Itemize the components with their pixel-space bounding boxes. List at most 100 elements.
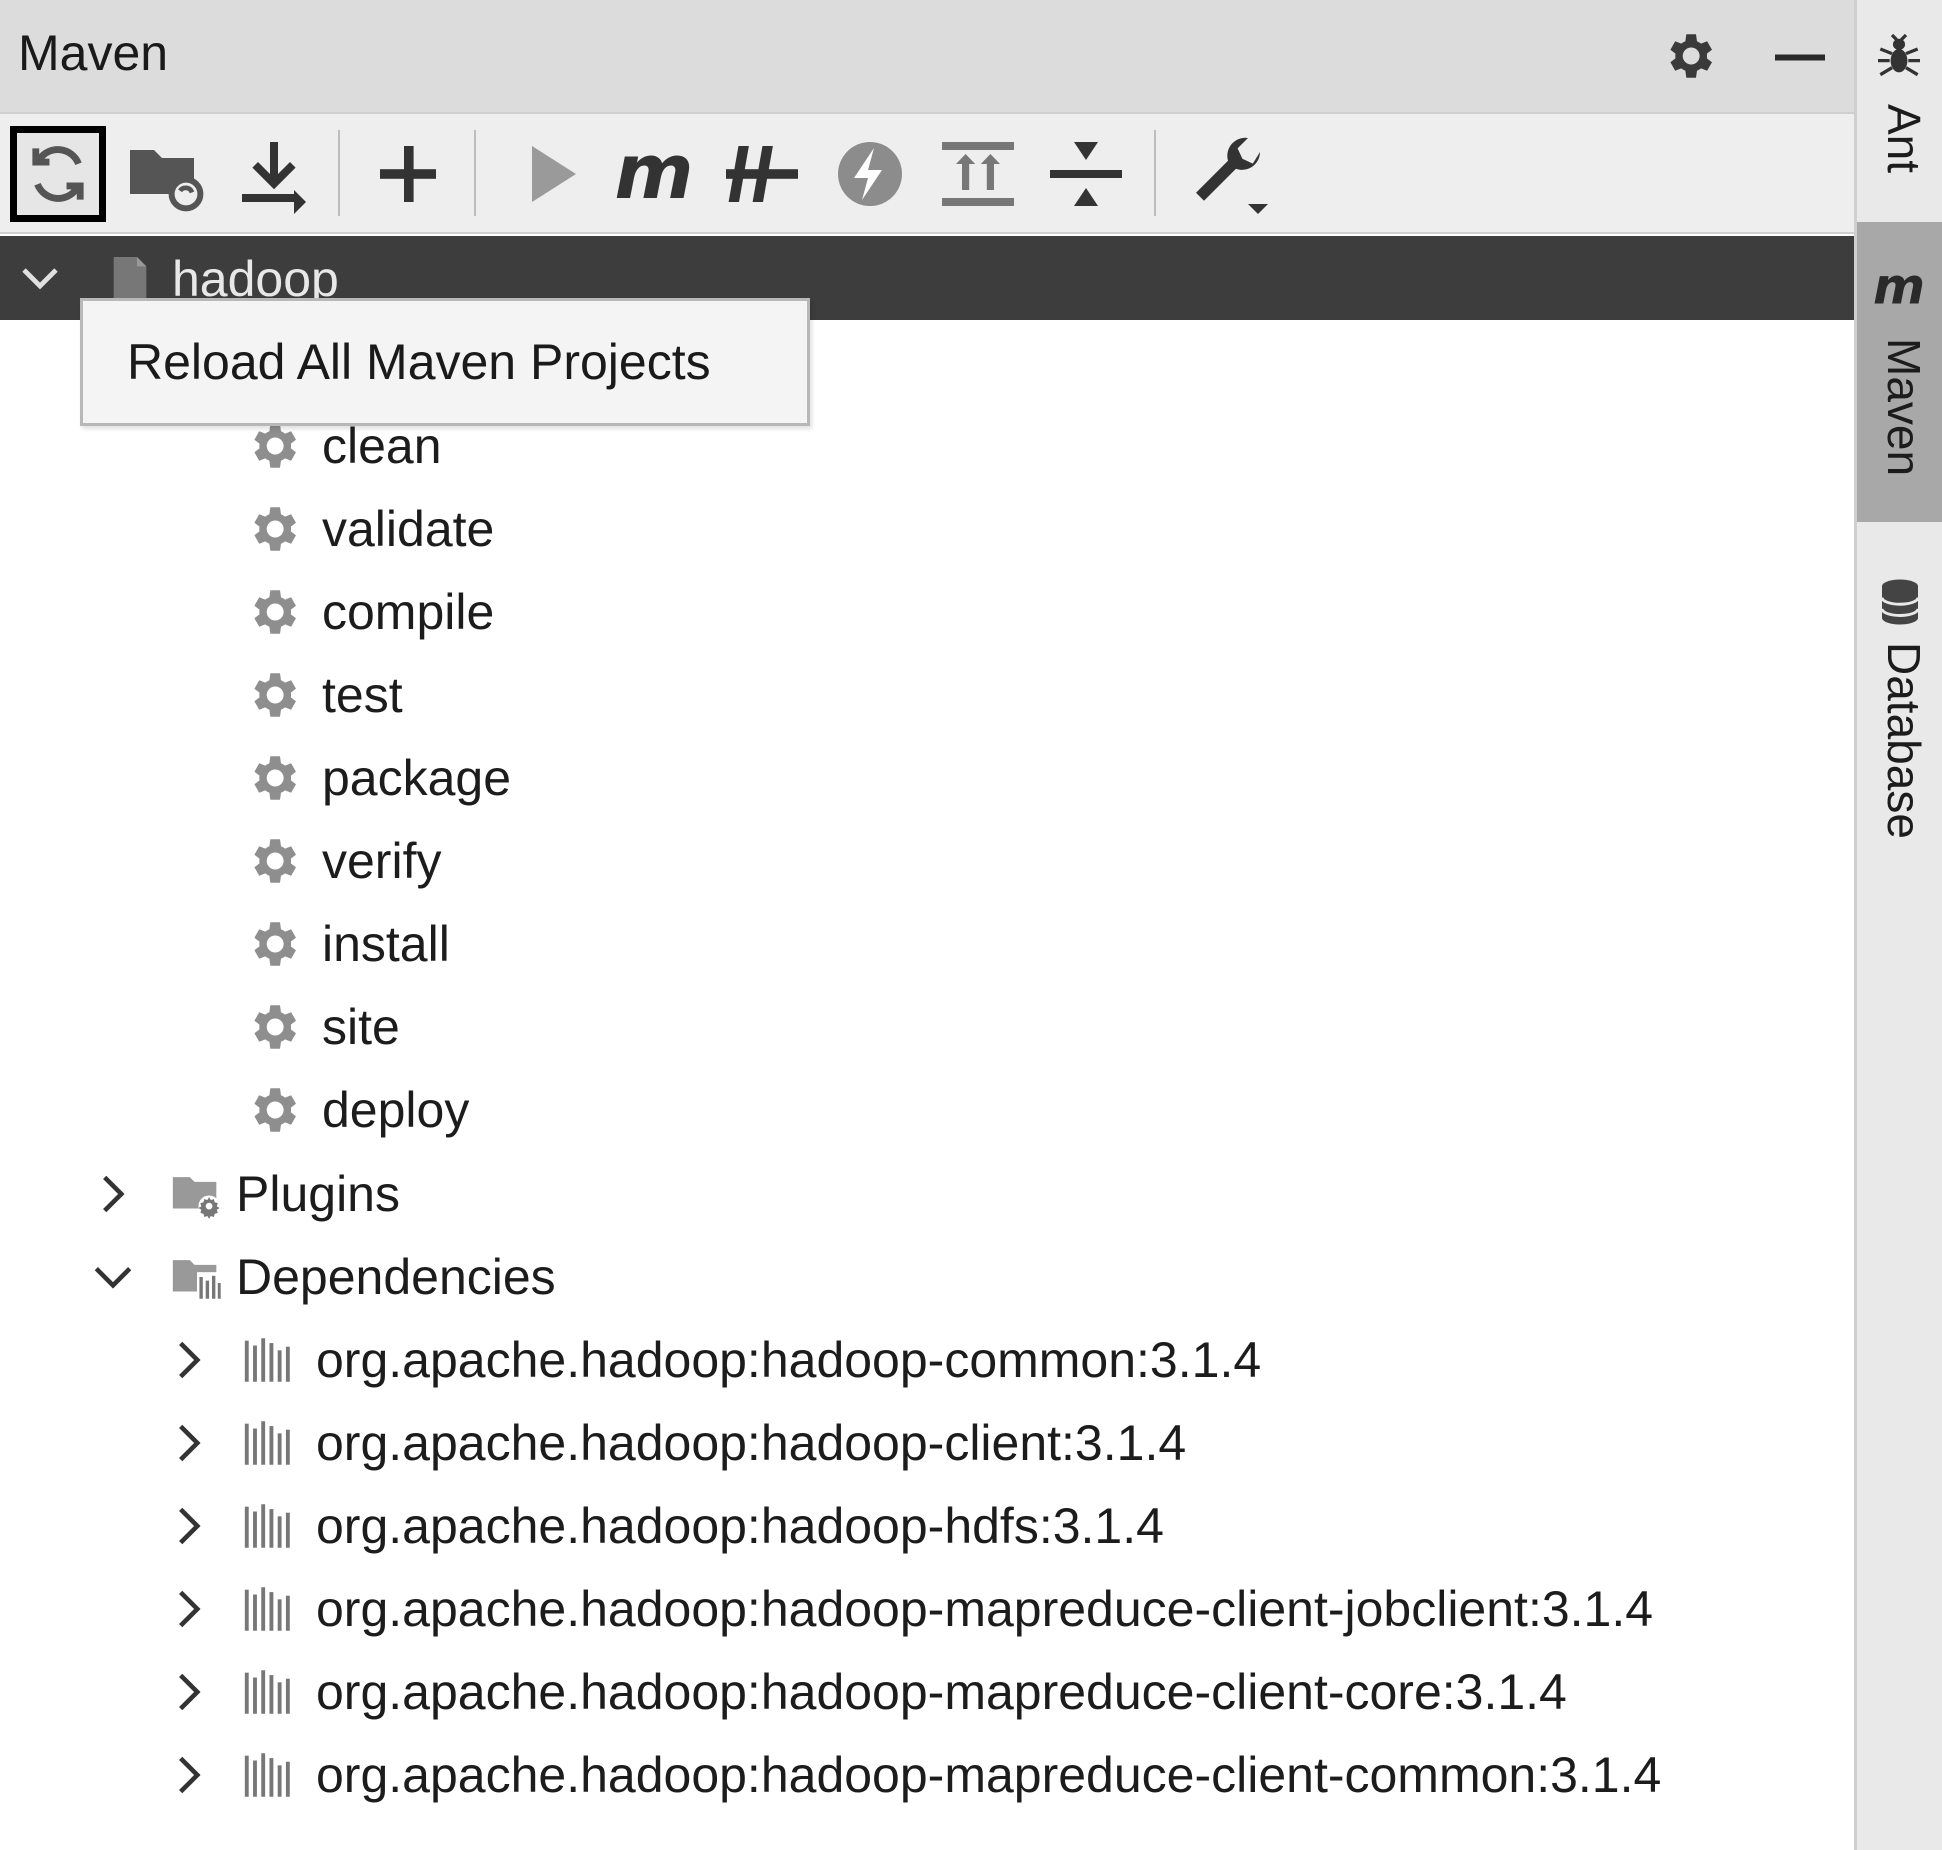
chevron-right-icon[interactable] xyxy=(164,1501,214,1551)
ant-icon xyxy=(1871,28,1927,84)
lifecycle-goal-deploy[interactable]: deploy xyxy=(244,1070,469,1150)
chevron-right-icon[interactable] xyxy=(164,1335,214,1385)
generate-sources-button[interactable] xyxy=(118,126,214,222)
download-sources-button[interactable] xyxy=(226,126,322,222)
dependency-label: org.apache.hadoop:hadoop-mapreduce-clien… xyxy=(316,1581,1654,1637)
expand-all-icon xyxy=(942,142,1014,206)
run-icon xyxy=(532,146,576,202)
chevron-down-icon[interactable] xyxy=(16,254,64,302)
skip-tests-button[interactable] xyxy=(822,126,918,222)
maven-settings-button[interactable] xyxy=(1180,126,1276,222)
chevron-right-icon[interactable] xyxy=(164,1667,214,1717)
dependency-label: org.apache.hadoop:hadoop-common:3.1.4 xyxy=(316,1332,1262,1388)
dependency-label: org.apache.hadoop:hadoop-hdfs:3.1.4 xyxy=(316,1498,1164,1554)
lifecycle-goal-validate[interactable]: validate xyxy=(244,489,494,569)
gear-icon xyxy=(244,666,302,724)
skip-tests-icon xyxy=(838,142,902,206)
dependency-row[interactable]: org.apache.hadoop:hadoop-common:3.1.4 xyxy=(164,1320,1261,1400)
side-tab-maven[interactable]: m Maven xyxy=(1857,222,1942,522)
download-icon xyxy=(242,142,306,214)
minimize-icon[interactable] xyxy=(1770,27,1830,85)
chevron-right-icon[interactable] xyxy=(164,1584,214,1634)
side-tab-label: Maven xyxy=(1878,338,1930,477)
maven-m-icon: m xyxy=(1869,256,1929,316)
database-icon xyxy=(1873,572,1927,632)
gear-icon xyxy=(244,832,302,890)
list-item-label: site xyxy=(322,999,400,1055)
lifecycle-goal-install[interactable]: install xyxy=(244,904,450,984)
collapse-all-button[interactable] xyxy=(1038,126,1134,222)
execute-maven-goal-button[interactable]: m xyxy=(606,126,702,222)
lifecycle-goal-site[interactable]: site xyxy=(244,987,400,1067)
dependencies-folder-icon xyxy=(168,1248,226,1306)
tree-node-plugins[interactable]: Plugins xyxy=(88,1154,400,1234)
dependency-row[interactable]: org.apache.hadoop:hadoop-client:3.1.4 xyxy=(164,1403,1186,1483)
gear-icon xyxy=(244,915,302,973)
dependency-row[interactable]: org.apache.hadoop:hadoop-hdfs:3.1.4 xyxy=(164,1486,1164,1566)
list-item-label: test xyxy=(322,667,403,723)
library-icon xyxy=(240,1746,298,1804)
toolbar-separator xyxy=(1154,130,1156,216)
list-item-label: verify xyxy=(322,833,442,889)
lifecycle-goal-compile[interactable]: compile xyxy=(244,572,494,652)
plugins-folder-icon xyxy=(168,1165,226,1223)
chevron-right-icon[interactable] xyxy=(164,1418,214,1468)
tree-node-label: Dependencies xyxy=(236,1249,556,1305)
dependency-row[interactable]: org.apache.hadoop:hadoop-mapreduce-clien… xyxy=(164,1569,1653,1649)
maven-tool-window: Maven m hadoop clean validate compile te… xyxy=(0,0,1854,1850)
maven-toolbar: m xyxy=(0,112,1854,234)
dependency-label: org.apache.hadoop:hadoop-mapreduce-clien… xyxy=(316,1664,1567,1720)
list-item-label: install xyxy=(322,916,450,972)
lifecycle-goal-test[interactable]: test xyxy=(244,655,403,735)
lifecycle-goal-package[interactable]: package xyxy=(244,738,511,818)
gear-icon xyxy=(244,749,302,807)
toolbar-separator xyxy=(474,130,476,216)
library-icon xyxy=(240,1331,298,1389)
dependency-label: org.apache.hadoop:hadoop-mapreduce-clien… xyxy=(316,1747,1662,1803)
right-tool-strip: Ant m Maven Database xyxy=(1854,0,1942,1850)
list-item-label: deploy xyxy=(322,1082,470,1138)
reload-icon xyxy=(32,146,84,202)
svg-text:m: m xyxy=(614,127,693,216)
lifecycle-goal-verify[interactable]: verify xyxy=(244,821,441,901)
add-project-button[interactable] xyxy=(360,126,456,222)
library-icon xyxy=(240,1414,298,1472)
tree-node-label: Plugins xyxy=(236,1166,400,1222)
run-goal-button[interactable] xyxy=(500,126,596,222)
gear-icon xyxy=(244,500,302,558)
gear-icon xyxy=(244,998,302,1056)
toolbar-separator xyxy=(338,130,340,216)
dependency-label: org.apache.hadoop:hadoop-client:3.1.4 xyxy=(316,1415,1187,1471)
gear-icon xyxy=(244,583,302,641)
folder-refresh-icon xyxy=(130,150,204,212)
maven-m-icon: m xyxy=(614,127,693,216)
side-tab-label: Ant xyxy=(1878,104,1930,174)
plus-icon xyxy=(380,146,436,202)
side-tab-label: Database xyxy=(1878,642,1930,839)
reload-tooltip: Reload All Maven Projects xyxy=(80,298,810,426)
gear-icon xyxy=(244,1081,302,1139)
chevron-right-icon[interactable] xyxy=(164,1750,214,1800)
gear-icon[interactable] xyxy=(1660,27,1718,85)
tool-window-header: Maven xyxy=(0,0,1854,112)
library-icon xyxy=(240,1497,298,1555)
toggle-offline-mode-button[interactable] xyxy=(714,126,810,222)
list-item-label: validate xyxy=(322,501,495,557)
list-item-label: package xyxy=(322,750,512,806)
wrench-icon xyxy=(1196,137,1268,214)
svg-text:m: m xyxy=(1873,258,1925,316)
chevron-right-icon[interactable] xyxy=(88,1169,138,1219)
dependency-row[interactable]: org.apache.hadoop:hadoop-mapreduce-clien… xyxy=(164,1652,1567,1732)
side-tab-database[interactable]: Database xyxy=(1857,560,1942,860)
toggle-offline-icon xyxy=(726,146,798,202)
expand-all-button[interactable] xyxy=(930,126,1026,222)
side-tab-ant[interactable]: Ant xyxy=(1857,0,1942,210)
reload-all-projects-button[interactable] xyxy=(10,126,106,222)
tool-window-title: Maven xyxy=(18,25,169,81)
chevron-down-icon[interactable] xyxy=(88,1252,138,1302)
list-item-label: compile xyxy=(322,584,495,640)
dependency-row[interactable]: org.apache.hadoop:hadoop-mapreduce-clien… xyxy=(164,1735,1661,1815)
library-icon xyxy=(240,1580,298,1638)
library-icon xyxy=(240,1663,298,1721)
tree-node-dependencies[interactable]: Dependencies xyxy=(88,1237,556,1317)
